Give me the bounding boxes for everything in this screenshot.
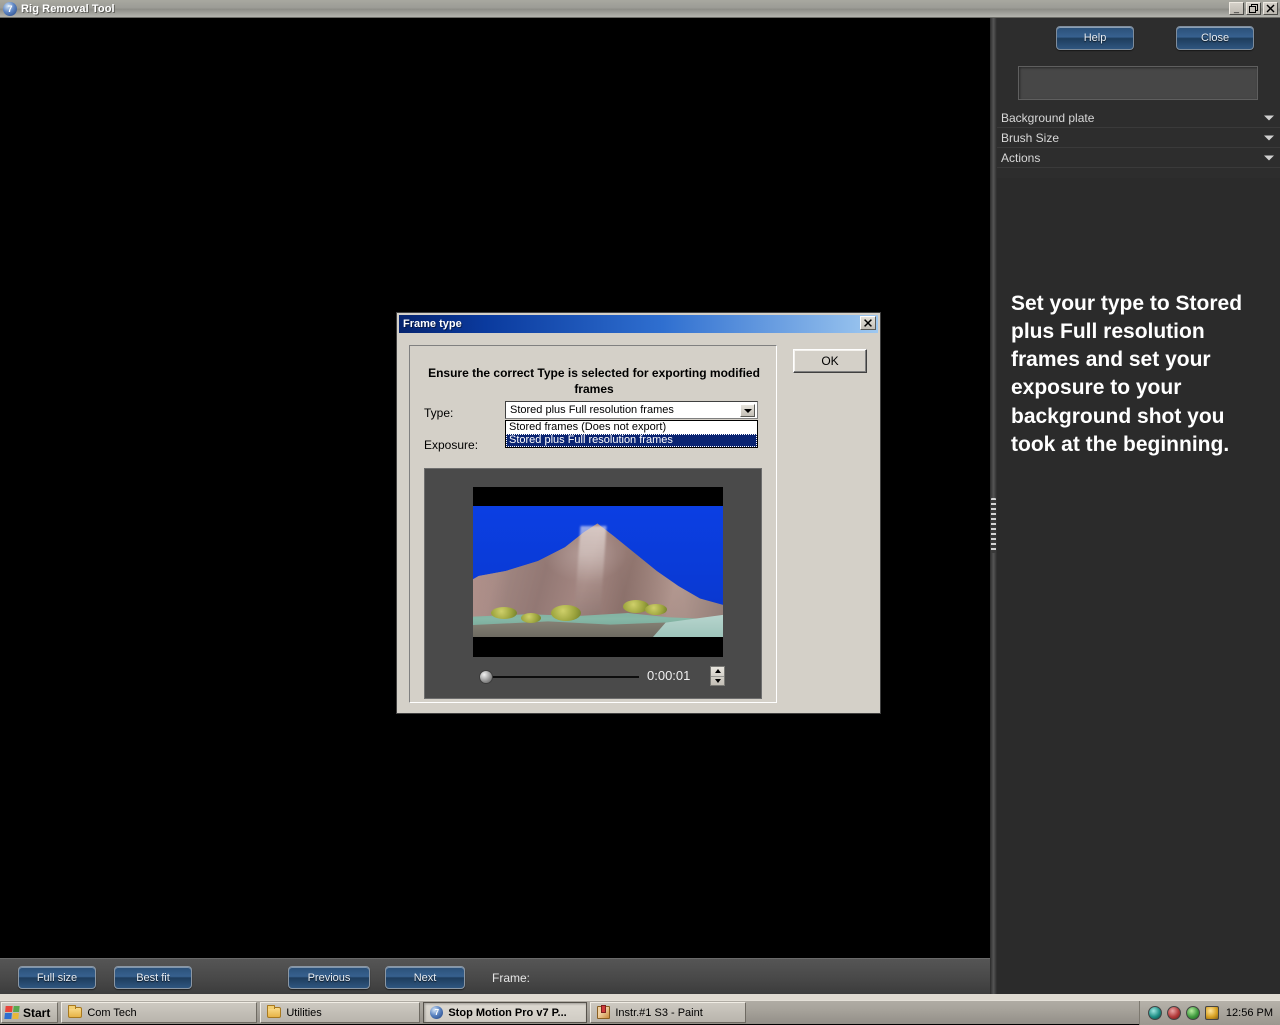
dropdown-option-stored-plus-full[interactable]: Stored plus Full resolution frames: [506, 434, 757, 447]
sidebar-item-background-plate[interactable]: Background plate: [997, 108, 1280, 128]
taskbar-item-label: Com Tech: [87, 1006, 137, 1019]
type-combobox[interactable]: Stored plus Full resolution frames: [505, 401, 758, 419]
side-panel-text-input[interactable]: [1018, 66, 1258, 100]
dialog-title: Frame type: [403, 318, 462, 330]
dialog-groupbox: Ensure the correct Type is selected for …: [409, 345, 777, 703]
close-button[interactable]: [1263, 2, 1278, 15]
preview-shrub-icon: [645, 604, 667, 615]
green-disc-icon[interactable]: [1185, 1006, 1200, 1020]
preview-time-stepper[interactable]: [710, 666, 725, 686]
frame-label: Frame:: [492, 971, 531, 985]
stepper-up-button[interactable]: [711, 667, 724, 677]
panel-splitter[interactable]: [990, 18, 997, 994]
preview-scene: [473, 506, 723, 637]
minimize-button[interactable]: _: [1229, 2, 1244, 15]
taskbar-clock[interactable]: 12:56 PM: [1226, 1007, 1273, 1019]
start-button[interactable]: Start: [1, 1002, 59, 1023]
system-tray: 12:56 PM: [1138, 1001, 1280, 1025]
dropdown-option-stored-frames[interactable]: Stored frames (Does not export): [506, 421, 757, 434]
full-size-button[interactable]: Full size: [18, 966, 96, 989]
sidebar-item-label: Actions: [1001, 150, 1041, 165]
taskbar-item-paint[interactable]: Instr.#1 S3 - Paint: [590, 1002, 747, 1023]
splitter-grip-icon[interactable]: [991, 498, 996, 553]
preview-slider-thumb[interactable]: [479, 670, 493, 684]
tool-side-panel: Help Close Background plate Brush Size A…: [997, 18, 1280, 994]
paint-icon: [597, 1005, 611, 1019]
side-panel-toolbar: Help Close: [997, 18, 1280, 62]
preview-shrub-icon: [551, 605, 581, 621]
restore-button[interactable]: [1246, 2, 1261, 15]
sidebar-item-label: Brush Size: [1001, 130, 1060, 145]
app-titlebar: 7 Rig Removal Tool _: [0, 0, 1280, 18]
dialog-heading: Ensure the correct Type is selected for …: [428, 366, 760, 396]
stop-motion-pro-icon: 7: [430, 1006, 444, 1019]
taskbar-item-com-tech[interactable]: Com Tech: [61, 1002, 258, 1023]
chevron-down-icon: [1264, 135, 1274, 140]
instruction-text: Set your type to Stored plus Full resolu…: [1011, 292, 1243, 456]
type-label: Type:: [424, 406, 454, 420]
next-button[interactable]: Next: [385, 966, 465, 989]
chevron-down-icon[interactable]: [740, 404, 755, 417]
windows-flag-icon: [4, 1006, 20, 1019]
taskbar: Start Com Tech Utilities 7 Stop Motion P…: [0, 1000, 1280, 1025]
window-controls: _: [1229, 2, 1278, 15]
side-panel-body: Set your type to Stored plus Full resolu…: [997, 178, 1280, 994]
preview-transport-row: 0:00:01: [425, 666, 763, 688]
sidebar-item-label: Background plate: [1001, 110, 1095, 125]
chevron-down-icon: [1264, 155, 1274, 160]
stepper-down-button[interactable]: [711, 677, 724, 686]
best-fit-button[interactable]: Best fit: [114, 966, 192, 989]
ok-button[interactable]: OK: [793, 349, 867, 373]
dialog-titlebar[interactable]: Frame type: [399, 315, 878, 333]
frame-type-dialog: Frame type Ensure the correct Type is se…: [396, 312, 881, 714]
sidebar-item-brush-size[interactable]: Brush Size: [997, 128, 1280, 148]
close-panel-button[interactable]: Close: [1176, 26, 1254, 50]
folder-icon: [68, 1005, 83, 1018]
yellow-pencil-icon[interactable]: [1204, 1006, 1219, 1020]
dialog-close-icon[interactable]: [860, 316, 876, 330]
exposure-label: Exposure:: [424, 438, 479, 452]
previous-button[interactable]: Previous: [288, 966, 370, 989]
taskbar-item-label: Instr.#1 S3 - Paint: [615, 1006, 703, 1019]
chevron-down-icon: [1264, 115, 1274, 120]
teal-disc-icon[interactable]: [1147, 1006, 1162, 1020]
red-disc-icon[interactable]: [1166, 1006, 1181, 1020]
taskbar-item-label: Utilities: [286, 1006, 322, 1019]
preview-shrub-icon: [491, 607, 517, 619]
frame-preview-image: [473, 487, 723, 657]
folder-icon: [267, 1005, 282, 1018]
preview-timecode: 0:00:01: [647, 668, 691, 683]
preview-shrub-icon: [521, 613, 541, 623]
start-button-label: Start: [23, 1005, 51, 1020]
bottom-toolbar: Full size Best fit Previous Next Frame:: [0, 958, 990, 994]
app-title: Rig Removal Tool: [21, 2, 115, 15]
frame-preview-panel: 0:00:01: [424, 468, 762, 699]
taskbar-item-utilities[interactable]: Utilities: [260, 1002, 421, 1023]
type-combobox-dropdown[interactable]: Stored frames (Does not export) Stored p…: [505, 420, 758, 448]
preview-slider-track[interactable]: [487, 676, 639, 678]
app-icon: 7: [3, 1, 17, 16]
taskbar-item-stop-motion-pro[interactable]: 7 Stop Motion Pro v7 P...: [423, 1002, 588, 1023]
help-button[interactable]: Help: [1056, 26, 1134, 50]
taskbar-item-label: Stop Motion Pro v7 P...: [448, 1006, 567, 1019]
type-combobox-value: Stored plus Full resolution frames: [510, 404, 674, 416]
sidebar-item-actions[interactable]: Actions: [997, 148, 1280, 168]
